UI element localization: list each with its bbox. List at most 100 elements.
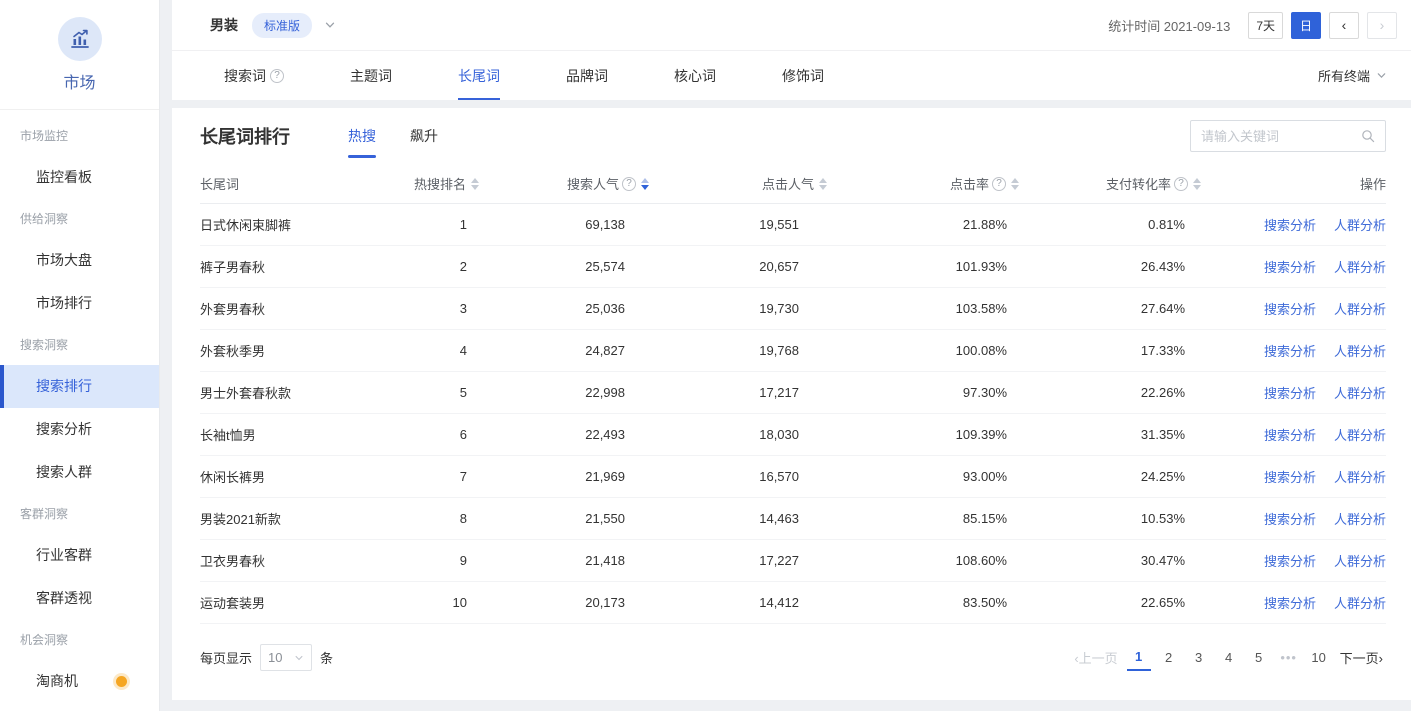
keyword-search-box[interactable] bbox=[1190, 120, 1386, 152]
page-5[interactable]: 5 bbox=[1247, 645, 1271, 671]
question-icon[interactable]: ? bbox=[992, 177, 1006, 191]
tab-search-word[interactable]: 搜索词 ? bbox=[210, 51, 298, 100]
page-ellipsis[interactable]: ••• bbox=[1277, 645, 1301, 671]
cell-cvr: 31.35% bbox=[1019, 427, 1201, 442]
sidebar-item-search-crowd[interactable]: 搜索人群 bbox=[0, 451, 159, 494]
chevron-down-icon[interactable] bbox=[324, 19, 336, 31]
cell-rank: 3 bbox=[407, 301, 479, 316]
subtab-soaring[interactable]: 飙升 bbox=[410, 108, 438, 164]
sidebar-item-market-overview[interactable]: 市场大盘 bbox=[0, 239, 159, 282]
page-2[interactable]: 2 bbox=[1157, 645, 1181, 671]
search-analysis-link[interactable]: 搜索分析 bbox=[1264, 299, 1316, 318]
tab-modifier-word[interactable]: 修饰词 bbox=[768, 51, 838, 100]
table-header-row: 长尾词 热搜排名 搜索人气? 点击人气 点击率? 支付转化率? 操作 bbox=[200, 164, 1386, 204]
col-click-popularity[interactable]: 点击人气 bbox=[649, 174, 827, 193]
sidebar-item-search-analysis[interactable]: 搜索分析 bbox=[0, 408, 159, 451]
next-page-button[interactable]: 下一页› bbox=[1337, 645, 1386, 671]
sidebar-item-market-ranking[interactable]: 市场排行 bbox=[0, 282, 159, 325]
sidebar-item-customer-perspective[interactable]: 客群透视 bbox=[0, 577, 159, 620]
col-rank[interactable]: 热搜排名 bbox=[407, 174, 479, 193]
tab-longtail-word[interactable]: 长尾词 bbox=[444, 51, 514, 100]
sidebar-item-tao-opportunity[interactable]: 淘商机 bbox=[0, 660, 159, 703]
crowd-analysis-link[interactable]: 人群分析 bbox=[1334, 383, 1386, 402]
table-row: 裤子男春秋 2 25,574 20,657 101.93% 26.43% 搜索分… bbox=[200, 246, 1386, 288]
question-icon[interactable]: ? bbox=[1174, 177, 1188, 191]
cell-click: 20,657 bbox=[649, 259, 827, 274]
col-ctr[interactable]: 点击率? bbox=[827, 174, 1019, 193]
search-analysis-link[interactable]: 搜索分析 bbox=[1264, 341, 1316, 360]
terminal-filter-dropdown[interactable]: 所有终端 bbox=[1318, 66, 1387, 85]
cell-keyword: 裤子男春秋 bbox=[200, 257, 407, 276]
cell-ctr: 93.00% bbox=[827, 469, 1019, 484]
sidebar-item-search-ranking[interactable]: 搜索排行 bbox=[0, 365, 159, 408]
range-7day-button[interactable]: 7天 bbox=[1248, 12, 1283, 39]
cell-click: 17,227 bbox=[649, 553, 827, 568]
market-chart-icon bbox=[58, 17, 102, 61]
question-icon[interactable]: ? bbox=[622, 177, 636, 191]
subtab-hot-search[interactable]: 热搜 bbox=[348, 108, 376, 164]
cell-cvr: 26.43% bbox=[1019, 259, 1201, 274]
search-analysis-link[interactable]: 搜索分析 bbox=[1264, 509, 1316, 528]
cell-search: 25,036 bbox=[479, 301, 649, 316]
cell-ctr: 83.50% bbox=[827, 595, 1019, 610]
col-search-popularity[interactable]: 搜索人气? bbox=[479, 174, 649, 193]
cell-cvr: 22.26% bbox=[1019, 385, 1201, 400]
tab-core-word[interactable]: 核心词 bbox=[660, 51, 730, 100]
search-analysis-link[interactable]: 搜索分析 bbox=[1264, 551, 1316, 570]
search-analysis-link[interactable]: 搜索分析 bbox=[1264, 467, 1316, 486]
sidebar-item-monitor-board[interactable]: 监控看板 bbox=[0, 156, 159, 199]
cell-rank: 1 bbox=[407, 217, 479, 232]
cell-ctr: 103.58% bbox=[827, 301, 1019, 316]
version-badge[interactable]: 标准版 bbox=[252, 13, 312, 38]
question-icon[interactable]: ? bbox=[270, 69, 284, 83]
page-1[interactable]: 1 bbox=[1127, 645, 1151, 671]
cell-click: 18,030 bbox=[649, 427, 827, 442]
tab-theme-word[interactable]: 主题词 bbox=[336, 51, 406, 100]
range-day-button[interactable]: 日 bbox=[1291, 12, 1321, 39]
sort-icon-active bbox=[641, 178, 649, 190]
col-conversion[interactable]: 支付转化率? bbox=[1019, 174, 1201, 193]
crowd-analysis-link[interactable]: 人群分析 bbox=[1334, 593, 1386, 612]
crowd-analysis-link[interactable]: 人群分析 bbox=[1334, 425, 1386, 444]
sidebar: 市场 市场监控 监控看板 供给洞察 市场大盘 市场排行 搜索洞察 搜索排行 搜索… bbox=[0, 0, 160, 711]
cell-search: 22,998 bbox=[479, 385, 649, 400]
crowd-analysis-link[interactable]: 人群分析 bbox=[1334, 299, 1386, 318]
cell-rank: 8 bbox=[407, 511, 479, 526]
ranking-panel: 长尾词排行 热搜 飙升 长尾词 热搜排名 搜索人气? 点击人气 点击率? 支付转… bbox=[172, 108, 1411, 700]
page-10[interactable]: 10 bbox=[1307, 645, 1331, 671]
crowd-analysis-link[interactable]: 人群分析 bbox=[1334, 215, 1386, 234]
crowd-analysis-link[interactable]: 人群分析 bbox=[1334, 509, 1386, 528]
page-size-select[interactable]: 10 bbox=[260, 644, 312, 671]
search-analysis-link[interactable]: 搜索分析 bbox=[1264, 593, 1316, 612]
page-3[interactable]: 3 bbox=[1187, 645, 1211, 671]
crowd-analysis-link[interactable]: 人群分析 bbox=[1334, 257, 1386, 276]
cell-ctr: 101.93% bbox=[827, 259, 1019, 274]
page-size-label: 每页显示 bbox=[200, 648, 252, 667]
app-logo[interactable]: 市场 bbox=[0, 0, 159, 110]
search-icon[interactable] bbox=[1361, 129, 1375, 143]
table-row: 外套男春秋 3 25,036 19,730 103.58% 27.64% 搜索分… bbox=[200, 288, 1386, 330]
crowd-analysis-link[interactable]: 人群分析 bbox=[1334, 341, 1386, 360]
cell-ctr: 21.88% bbox=[827, 217, 1019, 232]
table-row: 男士外套春秋款 5 22,998 17,217 97.30% 22.26% 搜索… bbox=[200, 372, 1386, 414]
cell-search: 21,418 bbox=[479, 553, 649, 568]
prev-page-button: ‹上一页 bbox=[1071, 645, 1120, 671]
table-row: 卫衣男春秋 9 21,418 17,227 108.60% 30.47% 搜索分… bbox=[200, 540, 1386, 582]
crowd-analysis-link[interactable]: 人群分析 bbox=[1334, 467, 1386, 486]
prev-date-button[interactable]: ‹ bbox=[1329, 12, 1359, 39]
tab-brand-word[interactable]: 品牌词 bbox=[552, 51, 622, 100]
search-analysis-link[interactable]: 搜索分析 bbox=[1264, 425, 1316, 444]
cell-rank: 7 bbox=[407, 469, 479, 484]
keyword-search-input[interactable] bbox=[1201, 129, 1355, 144]
cell-click: 14,412 bbox=[649, 595, 827, 610]
crowd-analysis-link[interactable]: 人群分析 bbox=[1334, 551, 1386, 570]
panel-header: 长尾词排行 热搜 飙升 bbox=[172, 108, 1411, 164]
search-analysis-link[interactable]: 搜索分析 bbox=[1264, 383, 1316, 402]
cell-ctr: 97.30% bbox=[827, 385, 1019, 400]
sidebar-item-industry-customer[interactable]: 行业客群 bbox=[0, 534, 159, 577]
sort-icon bbox=[1011, 178, 1019, 190]
page-4[interactable]: 4 bbox=[1217, 645, 1241, 671]
search-analysis-link[interactable]: 搜索分析 bbox=[1264, 215, 1316, 234]
cell-click: 19,551 bbox=[649, 217, 827, 232]
search-analysis-link[interactable]: 搜索分析 bbox=[1264, 257, 1316, 276]
